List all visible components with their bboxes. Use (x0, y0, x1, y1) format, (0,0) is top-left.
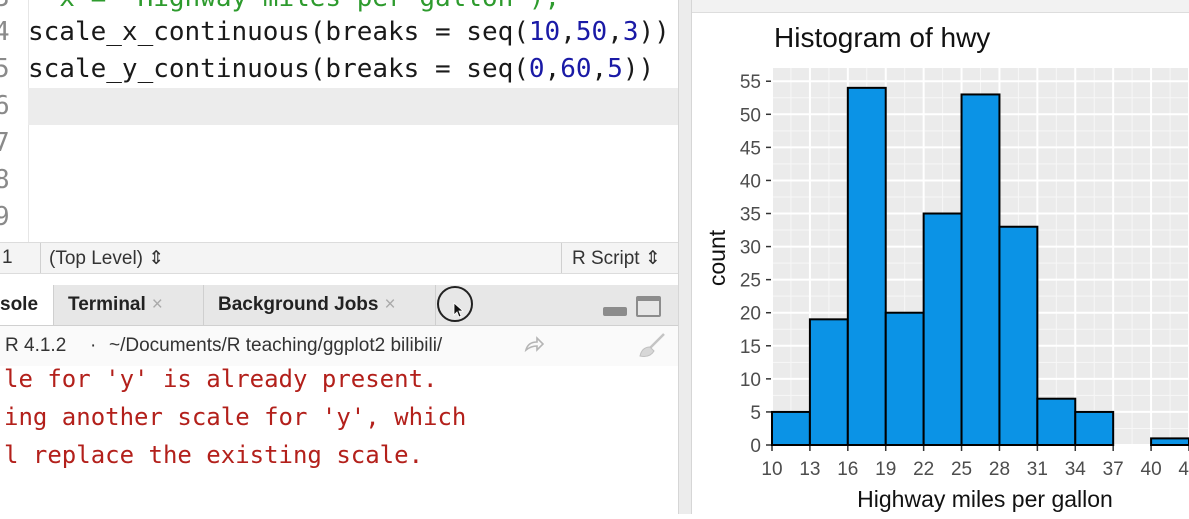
y-tick-label: 0 (750, 436, 761, 457)
code-text: )) (622, 54, 655, 84)
code-text: )) (638, 17, 670, 47)
x-axis-label: Highway miles per gallon (857, 486, 1113, 512)
line-number: 8 (0, 165, 10, 195)
code-text: , (607, 17, 623, 47)
tab-console[interactable]: sole (0, 285, 54, 325)
x-tick-label: 40 (1141, 459, 1162, 480)
y-tick-label: 55 (740, 72, 761, 93)
pane-splitter[interactable] (678, 0, 692, 514)
line-number: 7 (0, 128, 10, 158)
tab-terminal[interactable]: Terminal × (54, 285, 204, 325)
y-tick-label: 40 (740, 171, 761, 192)
console-message: ing another scale for 'y', which (4, 403, 467, 431)
tab-label: sole (0, 294, 39, 315)
code-number: 0 (528, 54, 545, 84)
x-tick-label: 43 (1178, 459, 1189, 480)
line-number: 6 (0, 91, 10, 121)
code-text: scale_y_continuous(breaks = seq( (28, 54, 529, 84)
editor-status-bar: 1 (Top Level) ⇕ R Script ⇕ (0, 242, 678, 274)
x-tick-label: 13 (799, 459, 820, 480)
minimize-pane-button[interactable] (603, 307, 627, 316)
plots-pane: Histogram of hwy 0 5 10 15 20 25 30 35 40 45 50 55 1… (692, 0, 1189, 514)
tab-label: Background Jobs (218, 294, 379, 315)
x-tick-label: 37 (1103, 459, 1124, 480)
chart-title: Histogram of hwy (774, 22, 990, 53)
x-tick-label: 28 (989, 459, 1010, 480)
filetype-selector[interactable]: R Script ⇕ (572, 247, 661, 270)
mouse-pointer-icon (453, 302, 465, 318)
y-axis-label: count (704, 229, 730, 286)
histogram-bar (960, 93, 1001, 446)
console-message: l replace the existing scale. (4, 441, 424, 469)
x-tick-label: 25 (951, 459, 972, 480)
code-number: 50 (575, 17, 608, 47)
histogram-chart: Histogram of hwy 0 5 10 15 20 25 30 35 40 45 50 55 1… (704, 22, 1189, 512)
x-tick-label: 22 (913, 459, 934, 480)
histogram-bar (922, 212, 963, 446)
scope-selector[interactable]: (Top Level) ⇕ (49, 247, 164, 270)
x-tick-label: 34 (1065, 459, 1087, 480)
line-number: 5 (0, 54, 10, 84)
histogram-bar (771, 410, 811, 446)
x-tick-label: 16 (837, 459, 858, 480)
y-tick-label: 10 (740, 370, 761, 391)
code-line-active[interactable] (28, 88, 678, 125)
console-output[interactable]: le for 'y' is already present. ing anoth… (0, 365, 678, 514)
console-tab-bar: sole Terminal × Background Jobs × (0, 285, 678, 326)
plots-toolbar (692, 0, 1189, 13)
close-icon[interactable]: × (384, 294, 395, 315)
status-divider (40, 243, 41, 273)
y-tick-label: 5 (750, 403, 761, 424)
code-number: 60 (560, 54, 592, 84)
histogram-bar (808, 318, 849, 447)
code-text: , (591, 54, 608, 84)
code-editor[interactable]: 3 x = "Highway miles per gallon"), 4 sca… (0, 0, 678, 242)
y-tick-label: 45 (740, 138, 761, 159)
y-tick-label: 30 (740, 238, 761, 259)
histogram-bar (1150, 437, 1189, 446)
maximize-pane-button[interactable] (636, 296, 661, 317)
tab-background-jobs[interactable]: Background Jobs × (204, 285, 436, 325)
y-tick-label: 20 (740, 304, 761, 325)
y-tick-label: 25 (740, 271, 761, 292)
code-text: scale_x_continuous(breaks = seq( (28, 17, 529, 47)
cursor-position: 1 (2, 247, 13, 268)
histogram-bar (884, 311, 925, 446)
code-text: , (544, 54, 561, 84)
code-number: 10 (528, 17, 561, 47)
code-text: , (560, 17, 576, 47)
code-number: 3 (622, 17, 639, 47)
histogram-bar (846, 86, 887, 446)
x-tick-label: 19 (875, 459, 896, 480)
histogram-bar (1036, 397, 1077, 446)
code-text: x = "Highway miles per gallon"), (28, 0, 560, 13)
code-number: 5 (607, 54, 623, 84)
tab-label: Terminal (68, 294, 146, 315)
x-tick-label: 31 (1027, 459, 1048, 480)
code-line[interactable]: scale_x_continuous(breaks = seq(10,50,3)… (28, 14, 678, 51)
line-number: 4 (0, 17, 10, 47)
code-line[interactable]: scale_y_continuous(breaks = seq(0,60,5)) (28, 51, 678, 88)
y-tick-label: 50 (740, 105, 761, 126)
histogram-bar (1074, 410, 1115, 446)
go-to-directory-icon[interactable] (523, 336, 545, 354)
y-tick-label: 35 (740, 205, 761, 226)
line-number: 9 (0, 202, 10, 232)
clear-console-icon[interactable] (634, 332, 668, 360)
console-message: le for 'y' is already present. (4, 365, 438, 393)
y-tick-label: 15 (740, 337, 761, 358)
histogram-bar (998, 225, 1039, 446)
x-tick-label: 10 (761, 459, 782, 480)
status-divider (561, 243, 562, 273)
close-icon[interactable]: × (152, 294, 163, 315)
